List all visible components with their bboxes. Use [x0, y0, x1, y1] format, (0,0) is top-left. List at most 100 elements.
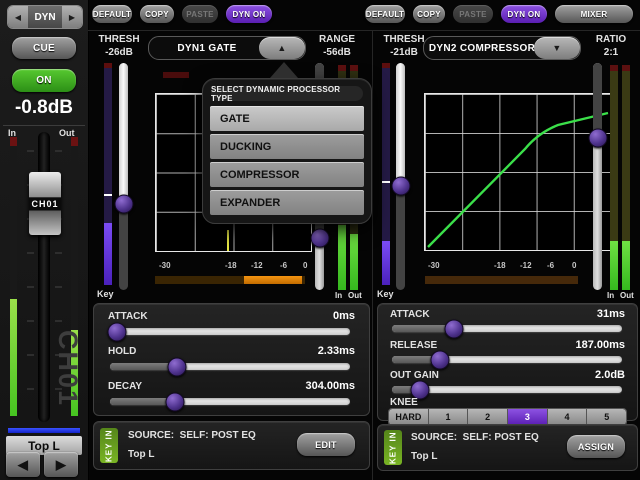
dyn1-hold-knob[interactable] [168, 357, 187, 376]
channel-in-meter [10, 137, 17, 416]
dyn1-in-label: In [335, 291, 342, 300]
divider [372, 30, 373, 480]
compressor-curve [425, 94, 611, 250]
copy-button[interactable]: COPY [140, 5, 174, 23]
dyn2-threshold-slider[interactable] [396, 63, 405, 290]
dyn2-outgain-slider[interactable] [392, 386, 622, 393]
next-page-button[interactable]: ▶ [62, 6, 82, 28]
dyn1-keyin-edit-button[interactable]: EDIT [297, 433, 355, 456]
toolbar-dyn2: DEFAULT COPY PASTE DYN ON MIXER [365, 5, 633, 23]
dyn1-key-label: Key [97, 289, 114, 299]
fader-cap[interactable]: CH01 [29, 172, 61, 235]
selector-open-button[interactable]: ▼ [534, 37, 580, 59]
scale-tick: -6 [547, 261, 554, 270]
scale-tick: -18 [225, 261, 237, 270]
dyn1-keyin-tab: KEY IN [100, 428, 118, 463]
knee-option-1[interactable]: 1 [429, 409, 469, 425]
dyn2-keyin-box: KEY IN SOURCE: SELF: POST EQ Top L ASSIG… [377, 424, 638, 471]
scale-tick: -18 [494, 261, 506, 270]
scale-tick: 0 [303, 261, 307, 270]
dyn2-params-box: ATTACK 31ms RELEASE 187.00ms OUT GAIN 2.… [377, 303, 638, 421]
popup-item-expander[interactable]: EXPANDER [210, 190, 364, 215]
dyn2-keyin-assign-button[interactable]: ASSIGN [567, 435, 625, 458]
dyn1-thresh-readout: THRESH-26dB [90, 33, 148, 59]
dyn2-ratio-slider[interactable] [593, 63, 602, 290]
popup-item-gate[interactable]: GATE [210, 106, 364, 131]
dyn2-ratio-knob[interactable] [588, 128, 607, 147]
paste-button[interactable]: PASTE [453, 5, 493, 23]
scale-tick: 0 [572, 261, 576, 270]
next-channel-button[interactable]: ▶ [44, 452, 78, 477]
knee-option-hard[interactable]: HARD [389, 409, 429, 425]
dyn-on-button[interactable]: DYN ON [501, 5, 547, 23]
left-arrow-icon: ◀ [18, 457, 28, 473]
chevron-up-icon: ▲ [277, 43, 286, 53]
scale-tick: -30 [159, 261, 171, 270]
dyn1-attack-slider[interactable] [110, 328, 350, 335]
dyn2-out-meter [622, 65, 630, 290]
knee-option-2[interactable]: 2 [468, 409, 508, 425]
dyn1-out-label: Out [348, 291, 362, 300]
on-button[interactable]: ON [12, 69, 76, 92]
scale-tick: -12 [251, 261, 263, 270]
dyn2-attack-knob[interactable] [445, 319, 464, 338]
scale-tick: -12 [520, 261, 532, 270]
default-button[interactable]: DEFAULT [92, 5, 132, 23]
popup-item-ducking[interactable]: DUCKING [210, 134, 364, 159]
right-arrow-icon: ▶ [69, 13, 75, 22]
dyn1-decay-slider[interactable] [110, 398, 350, 405]
copy-button[interactable]: COPY [413, 5, 445, 23]
divider [3, 125, 85, 126]
scale-tick: -30 [428, 261, 440, 270]
dyn2-attack-slider[interactable] [392, 325, 622, 332]
knee-option-3[interactable]: 3 [508, 409, 548, 425]
dyn2-compressor-graph [424, 93, 612, 251]
toolbar-dyn1: DEFAULT COPY PASTE DYN ON [92, 5, 272, 23]
dyn2-keyin-tab: KEY IN [384, 430, 402, 465]
prev-page-button[interactable]: ◀ [8, 6, 28, 28]
prev-channel-button[interactable]: ◀ [6, 452, 40, 477]
dyn2-threshold-knob[interactable] [391, 176, 410, 195]
popup-item-compressor[interactable]: COMPRESSOR [210, 162, 364, 187]
dyn1-range-readout: RANGE-56dB [306, 33, 368, 59]
dyn1-threshold-knob[interactable] [114, 194, 133, 213]
dyn2-release-knob[interactable] [431, 350, 450, 369]
page-nav: ◀ DYN ▶ [7, 5, 83, 29]
popup-title: SELECT DYNAMIC PROCESSOR TYPE [211, 86, 363, 101]
dyn2-key-meter [382, 63, 390, 285]
dyn1-decay-knob[interactable] [165, 392, 184, 411]
dyn2-out-label: Out [620, 291, 634, 300]
dyn1-threshold-slider[interactable] [119, 63, 128, 290]
dyn1-keyin-box: KEY IN SOURCE: SELF: POST EQ Top L EDIT [93, 421, 370, 470]
right-arrow-icon: ▶ [56, 457, 66, 473]
popup-pointer [270, 62, 298, 78]
dyn2-key-label: Key [377, 289, 394, 299]
default-button[interactable]: DEFAULT [365, 5, 405, 23]
paste-button[interactable]: PASTE [182, 5, 218, 23]
page-nav-label: DYN [28, 6, 62, 28]
processor-type-popup: SELECT DYNAMIC PROCESSOR TYPE GATE DUCKI… [202, 78, 372, 224]
dyn1-type-selector[interactable]: DYN1 GATE ▲ [148, 36, 306, 60]
dyn2-release-slider[interactable] [392, 356, 622, 363]
channel-ghost-label: CH01 [52, 330, 83, 430]
dyn1-gr-meter-top [163, 72, 189, 78]
fader-level-value: -0.8dB [0, 97, 88, 119]
knee-option-4[interactable]: 4 [548, 409, 588, 425]
mixer-button[interactable]: MIXER [555, 5, 633, 23]
dyn1-hold-slider[interactable] [110, 363, 350, 370]
knee-option-5[interactable]: 5 [587, 409, 626, 425]
divider [88, 30, 640, 31]
dyn1-gr-meter [155, 276, 305, 284]
dyn-on-button[interactable]: DYN ON [226, 5, 272, 23]
dyn1-range-knob[interactable] [310, 228, 329, 247]
channel-color-bar [8, 428, 80, 433]
dyn1-key-meter [104, 63, 112, 285]
selector-open-button[interactable]: ▲ [259, 37, 305, 59]
dyn2-type-selector[interactable]: DYN2 COMPRESSOR ▼ [423, 36, 581, 60]
dyn2-in-meter [610, 65, 618, 290]
dyn1-attack-knob[interactable] [108, 322, 127, 341]
left-arrow-icon: ◀ [15, 13, 21, 22]
dyn1-params-box: ATTACK 0ms HOLD 2.33ms DECAY 304.00ms [93, 303, 370, 416]
dyn2-ratio-readout: RATIO2:1 [584, 33, 638, 59]
cue-button[interactable]: CUE [12, 37, 76, 59]
